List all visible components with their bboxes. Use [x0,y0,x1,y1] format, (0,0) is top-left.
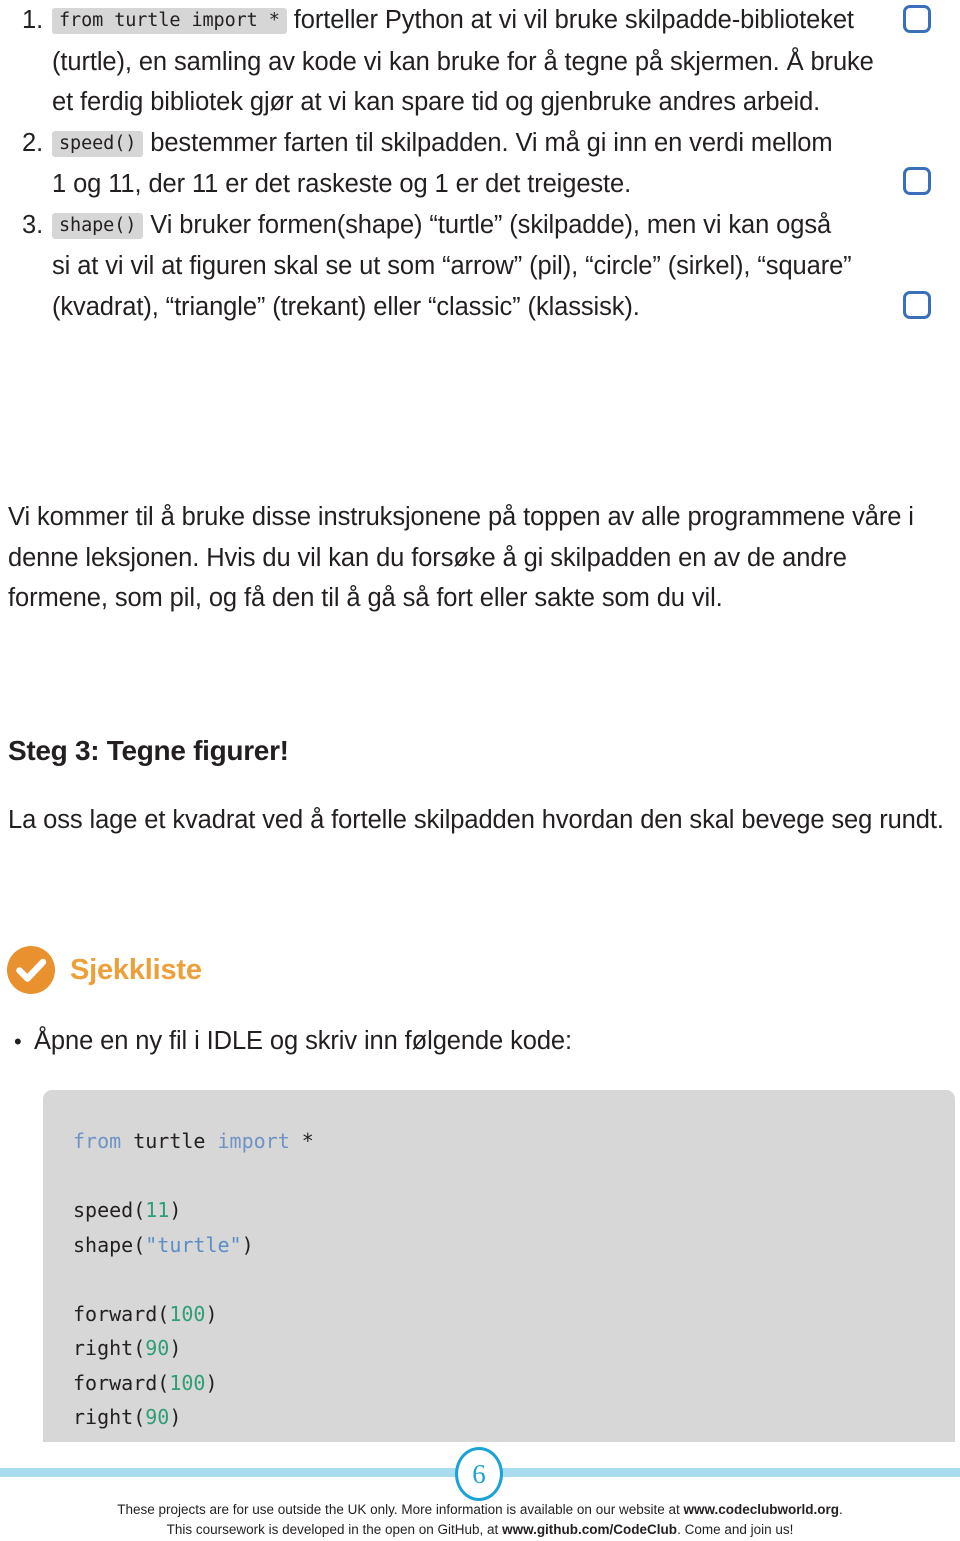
code-token: 100 [169,1301,206,1326]
step-heading: Steg 3: Tegne figurer! [8,735,289,766]
code-token: ) [205,1370,218,1395]
code-line: right(90) [73,1331,955,1366]
code-token: forward( [73,1370,170,1395]
code-token: ) [169,1336,182,1360]
code-token: forward( [73,1301,170,1326]
intro-paragraph: Vi kommer til å bruke disse instruksjone… [8,503,914,612]
code-token: right( [73,1336,146,1360]
code-token: 11 [145,1198,170,1222]
list-item-body: shape() Vi bruker formen(shape) “turtle”… [52,205,852,328]
instruction-list: 1. from turtle import * forteller Python… [8,0,888,327]
checkbox-step-1[interactable] [903,5,931,33]
check-circle-icon [6,945,56,995]
code-line: right(90) [73,1400,955,1435]
footer-line2-after: . Come and join us! [677,1521,794,1537]
list-item-text: bestemmer farten til skilpadden. Vi må g… [52,128,833,199]
checklist-title: Sjekkliste [70,953,202,986]
checkbox-step-3[interactable] [903,291,931,319]
code-token: ) [169,1198,182,1222]
code-token: speed( [73,1198,146,1222]
code-token: 100 [169,1370,206,1395]
footer-line-1: These projects are for use outside the U… [0,1500,960,1520]
page-number-badge: 6 [455,1447,503,1501]
footer-link-github[interactable]: www.github.com/CodeClub [502,1522,677,1537]
code-token: shape( [73,1232,146,1257]
list-item-marker: 3. [22,210,44,239]
list-item: 1. from turtle import * forteller Python… [8,0,888,123]
code-token: ) [241,1232,254,1257]
checklist-bullet-item: • Åpne en ny fil i IDLE og skriv inn føl… [14,1024,572,1059]
footer-text: These projects are for use outside the U… [0,1500,960,1539]
list-item-text: Vi bruker formen(shape) “turtle” (skilpa… [52,210,852,321]
code-line: forward(100) [73,1366,955,1401]
list-item: 2. speed() bestemmer farten til skilpadd… [8,123,888,205]
checkbox-step-2[interactable] [903,167,931,195]
code-token: right( [73,1405,146,1429]
checklist-banner: Sjekkliste [6,945,202,995]
code-line: speed(11) [73,1193,955,1228]
code-token: import [217,1129,290,1153]
inline-code-chip: speed() [52,130,144,157]
code-token: ) [205,1301,218,1326]
code-token: ) [169,1405,182,1429]
code-token: from [73,1129,122,1153]
footer-link-codeclubworld[interactable]: www.codeclubworld.org [684,1502,840,1517]
code-token: 90 [145,1405,170,1429]
list-item-body: speed() bestemmer farten til skilpadden.… [52,123,852,205]
list-item-marker: 2. [22,128,44,157]
footer-line1-after: . [839,1502,843,1517]
inline-code-chip: shape() [52,212,144,239]
code-token: "turtle" [145,1232,242,1257]
code-line: from turtle import * [73,1124,955,1159]
list-item-marker: 1. [22,6,44,34]
document-page: 1. from turtle import * forteller Python… [0,0,960,1541]
code-line: shape("turtle") [73,1228,955,1263]
bullet-text: Åpne en ny fil i IDLE og skriv inn følge… [34,1027,572,1055]
footer-line2-before: This coursework is developed in the open… [166,1521,503,1537]
footer-line-2: This coursework is developed in the open… [0,1520,960,1540]
square-paragraph: La oss lage et kvadrat ved å fortelle sk… [8,806,944,834]
footer-line1-before: These projects are for use outside the U… [117,1502,684,1517]
list-item: 3. shape() Vi bruker formen(shape) “turt… [8,205,888,328]
inline-code-chip: from turtle import * [52,8,287,34]
code-line: forward(100) [73,1297,955,1332]
bullet-marker: • [14,1029,22,1054]
list-item-body: from turtle import * forteller Python at… [52,0,888,123]
code-token: turtle [121,1129,218,1153]
code-token: 90 [145,1336,170,1360]
code-block: from turtle import * speed(11) shape("turt… [43,1090,955,1442]
code-token: * [289,1129,314,1153]
